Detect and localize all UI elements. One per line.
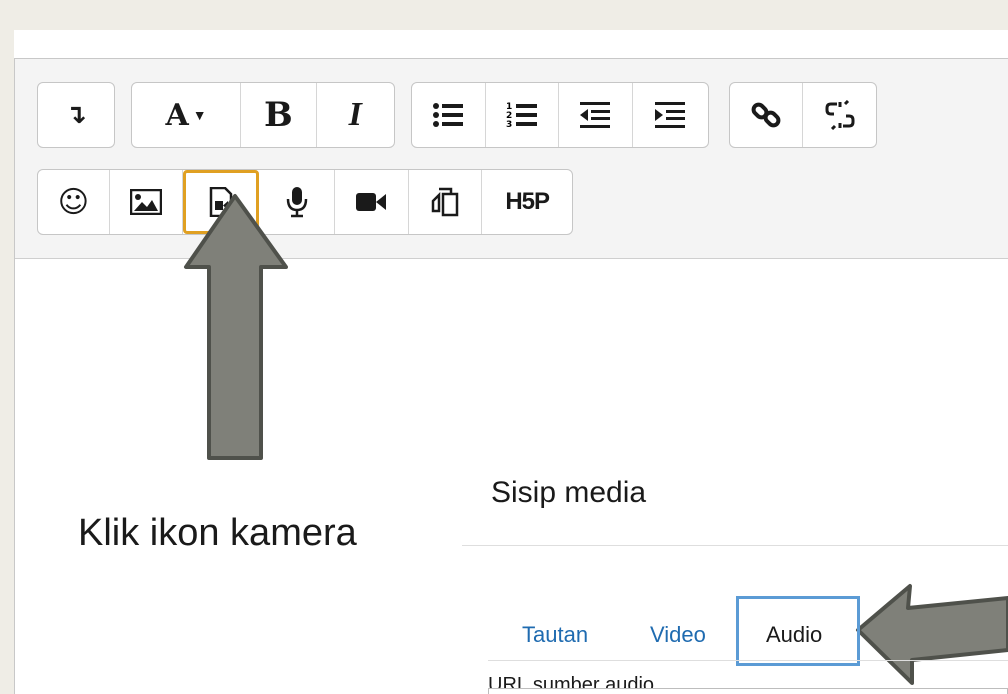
record-video-button[interactable] <box>335 170 409 234</box>
manage-files-button[interactable] <box>409 170 483 234</box>
smiley-icon: ☺ <box>57 184 89 220</box>
emoticon-button[interactable]: ☺ <box>38 170 110 234</box>
annotation-caption: Klik ikon kamera <box>78 512 357 554</box>
italic-button[interactable]: I <box>317 83 394 147</box>
svg-text:3: 3 <box>506 120 512 129</box>
bold-icon: B <box>264 95 293 135</box>
indent-button[interactable] <box>633 83 708 147</box>
video-camera-icon <box>356 193 387 211</box>
bold-button[interactable]: B <box>241 83 317 147</box>
font-style-icon: A <box>165 97 189 133</box>
italic-icon: I <box>348 96 362 133</box>
insert-h5p-button[interactable]: H5P <box>482 170 572 234</box>
microphone-icon <box>286 187 307 218</box>
dropdown-caret-icon: ▼ <box>192 107 207 123</box>
insert-media-button[interactable] <box>183 170 260 234</box>
link-button[interactable] <box>730 83 803 147</box>
toolbar-group-lists: 1 2 3 <box>411 82 709 148</box>
toolbar-group-style: A ▼ B I <box>131 82 395 148</box>
media-file-icon <box>209 187 233 217</box>
outdent-icon <box>580 102 611 128</box>
dialog-title: Sisip media <box>491 476 647 509</box>
link-icon <box>751 102 781 128</box>
files-icon <box>431 187 459 217</box>
editor-toolbar: ↴ A ▼ B I 1 2 3 ☺ H5P <box>15 59 1008 259</box>
font-style-button[interactable]: A ▼ <box>132 83 242 147</box>
unordered-list-button[interactable] <box>412 83 486 147</box>
slide: ↴ A ▼ B I 1 2 3 ☺ H5P <box>14 30 1008 694</box>
indent-icon <box>655 102 686 128</box>
tabs-divider <box>488 660 1008 661</box>
toolbar-group-more: ↴ <box>37 82 115 148</box>
toolbar-group-links <box>729 82 877 148</box>
dialog-header-divider <box>462 545 1008 546</box>
unlink-icon <box>825 100 854 130</box>
toolbar-group-media: ☺ H5P <box>37 169 573 235</box>
image-icon <box>130 189 163 215</box>
active-tab-highlight <box>736 596 860 666</box>
insert-image-button[interactable] <box>110 170 184 234</box>
h5p-icon: H5P <box>505 188 550 215</box>
ordered-list-button[interactable]: 1 2 3 <box>486 83 559 147</box>
ordered-list-icon: 1 2 3 <box>506 102 537 129</box>
unlink-button[interactable] <box>803 83 876 147</box>
tab-tautan[interactable]: Tautan <box>522 622 588 648</box>
show-more-buttons[interactable]: ↴ <box>38 83 114 147</box>
outdent-button[interactable] <box>559 83 633 147</box>
collapse-arrow-icon: ↴ <box>65 100 87 130</box>
unordered-list-icon <box>433 103 464 127</box>
record-audio-button[interactable] <box>259 170 335 234</box>
tab-video[interactable]: Video <box>650 622 706 648</box>
audio-url-input[interactable] <box>488 688 1008 694</box>
